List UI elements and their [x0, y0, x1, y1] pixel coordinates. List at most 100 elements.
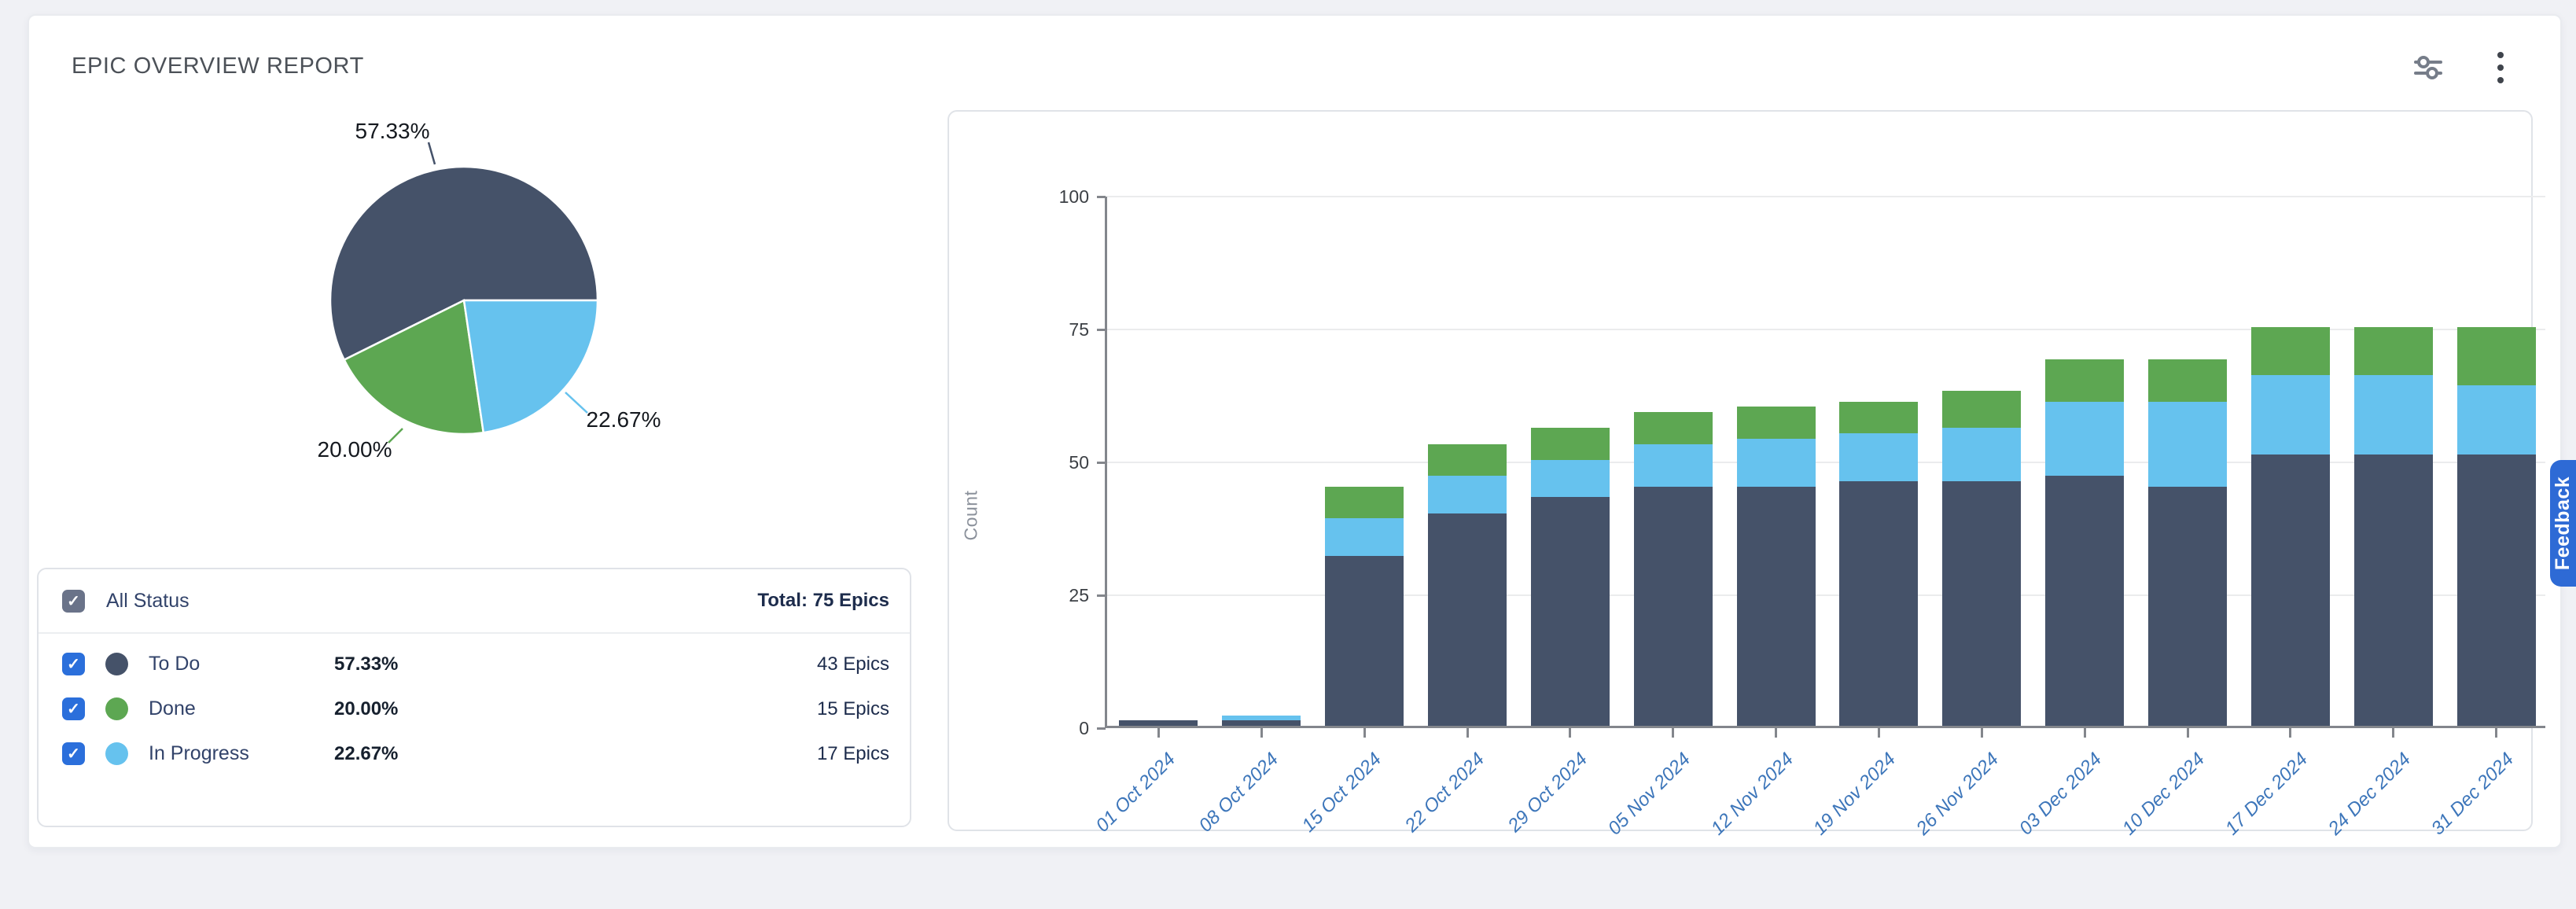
- bar-segment-to-do[interactable]: [1222, 720, 1301, 726]
- status-count: 15 Epics: [817, 698, 889, 720]
- bar-segment-to-do[interactable]: [2045, 476, 2124, 726]
- bar-segment-done[interactable]: [1737, 407, 1816, 439]
- x-tick: [1672, 728, 1674, 738]
- status-percent: 20.00%: [334, 698, 398, 720]
- bar-segment-done[interactable]: [2354, 327, 2433, 375]
- check-icon: ✓: [67, 591, 80, 611]
- bar-segment-in-progress[interactable]: [1531, 460, 1610, 497]
- bar-segment-done[interactable]: [2457, 327, 2536, 385]
- bar-segment-in-progress[interactable]: [2251, 375, 2330, 454]
- pie-leader-line-inprogress: [565, 392, 587, 413]
- bar-29-oct-2024: [1531, 194, 1610, 726]
- y-tick: [1097, 462, 1106, 464]
- bar-segment-to-do[interactable]: [1942, 481, 2021, 726]
- page-title: EPIC OVERVIEW REPORT: [72, 53, 364, 79]
- bar-segment-done[interactable]: [1839, 402, 1918, 434]
- x-tick: [1466, 728, 1469, 738]
- status-label: Done: [149, 697, 334, 720]
- status-checkbox[interactable]: ✓: [62, 742, 85, 765]
- bar-segment-to-do[interactable]: [1119, 720, 1198, 726]
- bar-15-oct-2024: [1325, 194, 1404, 726]
- bar-01-oct-2024: [1119, 194, 1198, 726]
- bar-segment-to-do[interactable]: [1531, 497, 1610, 726]
- bar-segment-to-do[interactable]: [1737, 487, 1816, 726]
- more-options-button[interactable]: [2480, 47, 2521, 88]
- status-checkbox[interactable]: ✓: [62, 653, 85, 675]
- bar-chart-plot-area: 025507510001 Oct 202408 Oct 202415 Oct 2…: [1105, 197, 2545, 728]
- status-checkbox[interactable]: ✓: [62, 697, 85, 720]
- x-tick: [1878, 728, 1880, 738]
- bar-segment-done[interactable]: [2045, 359, 2124, 402]
- y-axis-title: Count: [960, 491, 981, 541]
- bar-chart-card: Count 025507510001 Oct 202408 Oct 202415…: [948, 110, 2533, 831]
- bar-segment-to-do[interactable]: [1839, 481, 1918, 726]
- bar-segment-in-progress[interactable]: [1839, 433, 1918, 481]
- pie-percent-label-todo: 57.33%: [355, 119, 430, 143]
- bar-segment-done[interactable]: [1531, 428, 1610, 460]
- bar-segment-done[interactable]: [1634, 412, 1713, 444]
- status-color-dot: [105, 653, 128, 675]
- status-label: In Progress: [149, 742, 334, 765]
- bar-segment-in-progress[interactable]: [1222, 716, 1301, 721]
- check-icon: ✓: [67, 699, 80, 719]
- card-toolbar: [2408, 47, 2521, 88]
- bar-05-nov-2024: [1634, 194, 1713, 726]
- x-tick: [1157, 728, 1160, 738]
- pie-percent-label-done: 20.00%: [318, 437, 392, 462]
- sliders-icon: [2413, 53, 2443, 83]
- y-tick-label: 50: [1017, 452, 1089, 473]
- bar-segment-in-progress[interactable]: [2045, 402, 2124, 477]
- x-tick: [1363, 728, 1366, 738]
- bar-segment-in-progress[interactable]: [1737, 439, 1816, 487]
- bar-19-nov-2024: [1839, 194, 1918, 726]
- bar-segment-in-progress[interactable]: [2148, 402, 2227, 487]
- filter-settings-button[interactable]: [2408, 47, 2449, 88]
- bar-segment-to-do[interactable]: [1428, 513, 1507, 726]
- status-count: 17 Epics: [817, 743, 889, 765]
- x-tick: [1981, 728, 1983, 738]
- all-status-label: All Status: [106, 590, 190, 613]
- legend-rows: ✓To Do57.33%43 Epics✓Done20.00%15 Epics✓…: [39, 642, 910, 776]
- bar-segment-done[interactable]: [1325, 487, 1404, 519]
- bar-segment-to-do[interactable]: [2354, 454, 2433, 726]
- bar-segment-to-do[interactable]: [1325, 556, 1404, 726]
- all-status-checkbox[interactable]: ✓: [62, 590, 85, 613]
- bar-segment-in-progress[interactable]: [1325, 518, 1404, 555]
- status-color-dot: [105, 697, 128, 720]
- status-count: 43 Epics: [817, 653, 889, 675]
- x-tick: [2289, 728, 2291, 738]
- bar-segment-in-progress[interactable]: [1428, 476, 1507, 513]
- pie-slice-in-progress[interactable]: [464, 300, 598, 432]
- bar-24-dec-2024: [2354, 194, 2433, 726]
- bar-segment-done[interactable]: [2251, 327, 2330, 375]
- bar-segment-to-do[interactable]: [1634, 487, 1713, 726]
- bar-10-dec-2024: [2148, 194, 2227, 726]
- bar-22-oct-2024: [1428, 194, 1507, 726]
- y-tick: [1097, 329, 1106, 331]
- legend-row-done: ✓ Done20.00% 15 Epics: [39, 686, 910, 731]
- bar-segment-to-do[interactable]: [2148, 487, 2227, 726]
- pie-chart: 57.33% 20.00% 22.67%: [300, 104, 741, 497]
- x-tick: [1775, 728, 1777, 738]
- y-tick-label: 100: [1017, 186, 1089, 208]
- kebab-menu-icon: [2497, 50, 2504, 85]
- status-percent: 22.67%: [334, 743, 398, 765]
- bar-segment-to-do[interactable]: [2457, 454, 2536, 726]
- bar-segment-in-progress[interactable]: [1634, 444, 1713, 487]
- bar-17-dec-2024: [2251, 194, 2330, 726]
- bar-segment-in-progress[interactable]: [2354, 375, 2433, 454]
- x-tick: [1260, 728, 1263, 738]
- check-icon: ✓: [67, 654, 80, 674]
- bar-segment-done[interactable]: [2148, 359, 2227, 402]
- bar-segment-in-progress[interactable]: [1942, 428, 2021, 481]
- bar-26-nov-2024: [1942, 194, 2021, 726]
- bar-segment-done[interactable]: [1428, 444, 1507, 477]
- bar-segment-to-do[interactable]: [2251, 454, 2330, 726]
- x-tick: [2084, 728, 2086, 738]
- feedback-button[interactable]: Feedback: [2550, 460, 2576, 587]
- bar-12-nov-2024: [1737, 194, 1816, 726]
- x-tick: [2392, 728, 2394, 738]
- bar-segment-done[interactable]: [1942, 391, 2021, 428]
- pie-leader-line-todo: [429, 142, 435, 164]
- bar-segment-in-progress[interactable]: [2457, 385, 2536, 454]
